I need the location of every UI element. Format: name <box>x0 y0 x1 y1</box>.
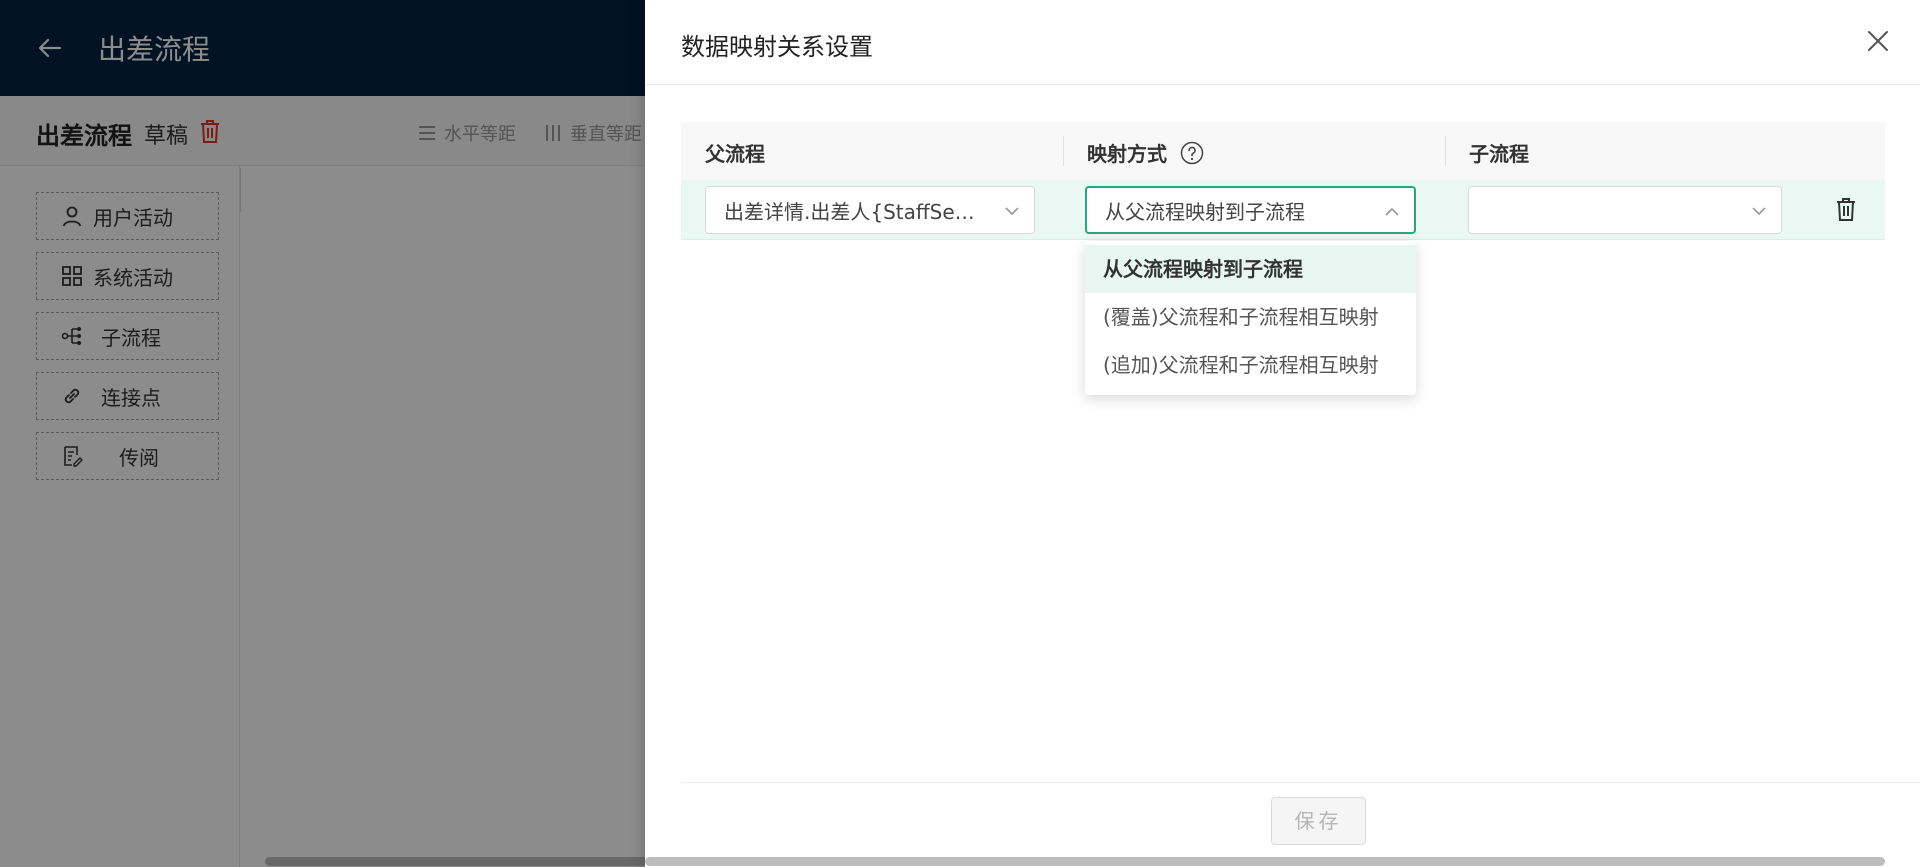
mapping-mode-select[interactable]: 从父流程映射到子流程 <box>1085 186 1416 234</box>
drawer-header: 数据映射关系设置 <box>645 0 1920 85</box>
trash-icon[interactable] <box>1834 196 1858 222</box>
chevron-down-icon <box>1005 207 1019 216</box>
column-header-mode-label: 映射方式 <box>1087 142 1167 166</box>
drawer-horizontal-scrollbar[interactable] <box>645 857 1885 866</box>
chevron-up-icon <box>1385 207 1399 216</box>
column-divider <box>1445 136 1446 166</box>
child-field-select[interactable] <box>1468 186 1782 234</box>
mapping-mode-dropdown: 从父流程映射到子流程 (覆盖)父流程和子流程相互映射 (追加)父流程和子流程相互… <box>1085 241 1416 395</box>
footer-divider <box>681 782 1920 783</box>
table-row: 出差详情.出差人{StaffSelector} 从父流程映射到子流程 <box>681 180 1885 240</box>
mapping-table: 父流程 映射方式 子流程 出差详情.出差人{StaffSelector} <box>681 122 1885 240</box>
table-header: 父流程 映射方式 子流程 <box>681 122 1885 180</box>
column-header-parent: 父流程 <box>705 142 765 166</box>
drawer-title: 数据映射关系设置 <box>681 33 873 61</box>
parent-field-value: 出差详情.出差人{StaffSelector} <box>724 199 978 224</box>
parent-field-select[interactable]: 出差详情.出差人{StaffSelector} <box>705 186 1035 234</box>
close-icon[interactable] <box>1863 26 1893 56</box>
mapping-mode-value: 从父流程映射到子流程 <box>1105 199 1305 224</box>
column-header-mode: 映射方式 <box>1087 138 1204 167</box>
save-button[interactable]: 保存 <box>1271 797 1366 845</box>
column-divider <box>1063 136 1064 166</box>
dropdown-option[interactable]: (追加)父流程和子流程相互映射 <box>1085 341 1416 389</box>
chevron-down-icon <box>1752 207 1766 216</box>
dropdown-option[interactable]: (覆盖)父流程和子流程相互映射 <box>1085 293 1416 341</box>
data-mapping-drawer: 数据映射关系设置 父流程 映射方式 子流程 出差详情.出差人{StaffSele… <box>645 0 1920 867</box>
column-header-child: 子流程 <box>1469 142 1529 166</box>
question-circle-icon[interactable] <box>1180 141 1204 165</box>
dropdown-option[interactable]: 从父流程映射到子流程 <box>1085 245 1416 293</box>
